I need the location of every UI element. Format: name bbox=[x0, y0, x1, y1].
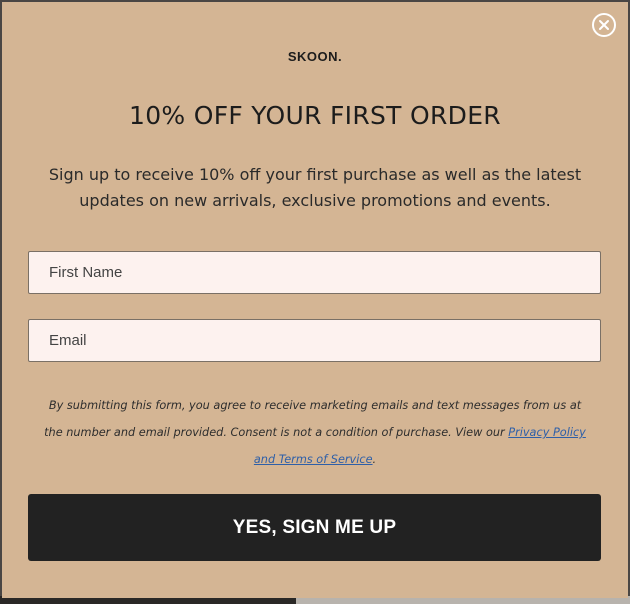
close-button[interactable] bbox=[592, 13, 616, 37]
signup-modal: SKOON. 10% OFF YOUR FIRST ORDER Sign up … bbox=[2, 2, 628, 598]
first-name-input[interactable] bbox=[28, 251, 601, 294]
brand-logo: SKOON. bbox=[287, 49, 343, 64]
offer-description: Sign up to receive 10% off your first pu… bbox=[48, 165, 582, 210]
email-input[interactable] bbox=[28, 319, 601, 362]
close-icon bbox=[599, 20, 609, 30]
consent-disclaimer: By submitting this form, you agree to re… bbox=[40, 392, 590, 473]
offer-headline: 10% OFF YOUR FIRST ORDER bbox=[129, 101, 501, 130]
sign-up-button[interactable]: YES, SIGN ME UP bbox=[28, 494, 601, 561]
disclaimer-text: By submitting this form, you agree to re… bbox=[44, 399, 582, 439]
disclaimer-end: . bbox=[372, 453, 377, 466]
